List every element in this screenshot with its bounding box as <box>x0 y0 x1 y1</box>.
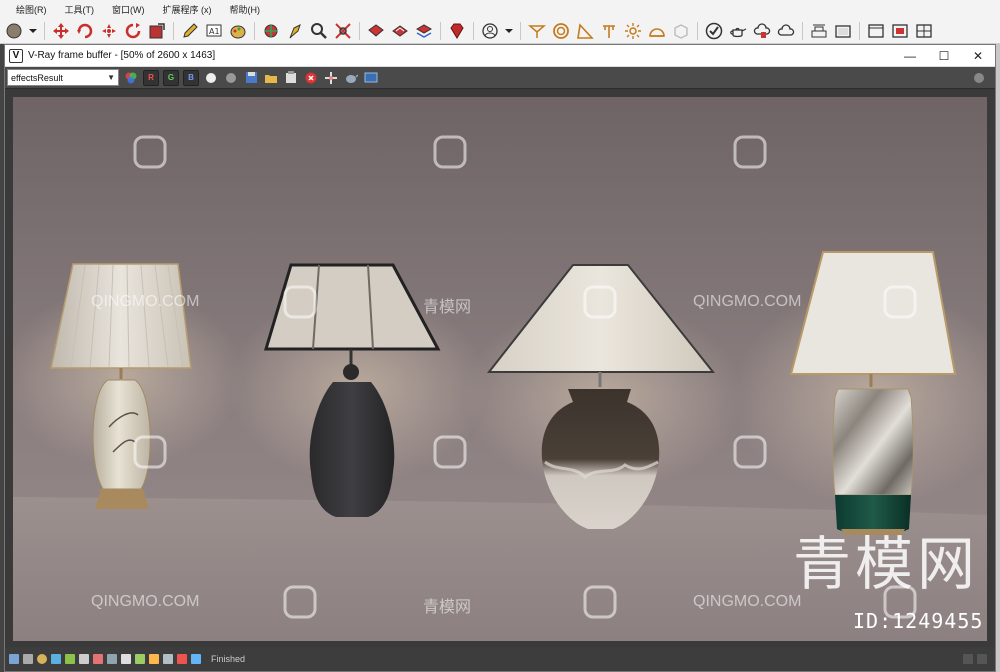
vfb-status-bar: Finished <box>5 647 995 671</box>
vfb-toolbar: effectsResult ▼ R G B <box>5 67 995 89</box>
svg-text:A1: A1 <box>209 27 220 36</box>
render-icon[interactable] <box>809 21 829 41</box>
teapot-icon[interactable] <box>728 21 748 41</box>
render-viewport[interactable]: QINGMO.COM 青模网 QINGMO.COM QINGMO.COM 青模网… <box>13 97 987 641</box>
cloud-hand-icon[interactable] <box>752 21 772 41</box>
color-correct-icon[interactable] <box>51 654 61 664</box>
save-icon[interactable] <box>243 70 259 86</box>
menu-bar: 绘图(R) 工具(T) 窗口(W) 扩展程序 (x) 帮助(H) <box>0 0 1000 18</box>
cube-icon[interactable] <box>833 21 853 41</box>
orbit-icon[interactable] <box>123 21 143 41</box>
close-button[interactable]: ✕ <box>961 45 995 67</box>
ruby-icon[interactable] <box>447 21 467 41</box>
gray-dot-icon[interactable] <box>223 70 239 86</box>
main-toolbar: A1 <box>0 18 1000 44</box>
red-channel-button[interactable]: R <box>143 69 159 86</box>
frame-icon[interactable] <box>890 21 910 41</box>
menu-tools[interactable]: 工具(T) <box>65 3 95 16</box>
clipboard-icon[interactable] <box>283 70 299 86</box>
dropdown-icon[interactable] <box>28 21 38 41</box>
cloud-icon[interactable] <box>776 21 796 41</box>
chevron-down-icon: ▼ <box>107 73 115 82</box>
vray-logo-icon: V <box>9 48 23 63</box>
pencil-icon[interactable] <box>180 21 200 41</box>
green-channel-button[interactable]: G <box>163 69 179 86</box>
globe-icon[interactable] <box>971 70 987 86</box>
sun-icon[interactable] <box>623 21 643 41</box>
layer-icon[interactable] <box>414 21 434 41</box>
exposure-icon[interactable] <box>93 654 103 664</box>
compare-icon[interactable] <box>135 654 145 664</box>
menu-extensions[interactable]: 扩展程序 (x) <box>163 3 212 16</box>
vray-frame-buffer-window: V V-Ray frame buffer - [50% of 2600 x 14… <box>4 44 996 672</box>
clear-icon[interactable] <box>303 70 319 86</box>
dome-icon[interactable] <box>647 21 667 41</box>
watermark-text-3: QINGMO.COM <box>693 293 802 310</box>
pixel-info-icon[interactable] <box>149 654 159 664</box>
blue-channel-button[interactable]: B <box>183 69 199 86</box>
dropdown-icon[interactable] <box>504 21 514 41</box>
white-dot-icon[interactable] <box>203 70 219 86</box>
user-icon[interactable] <box>480 21 500 41</box>
component-icon[interactable] <box>366 21 386 41</box>
lens-icon[interactable] <box>23 654 33 664</box>
history-icon[interactable] <box>9 654 19 664</box>
section-icon[interactable] <box>527 21 547 41</box>
curve-icon[interactable] <box>79 654 89 664</box>
watermark-big-cn: 青模网 <box>793 530 980 598</box>
scale-icon[interactable] <box>99 21 119 41</box>
hdr-icon[interactable] <box>163 654 173 664</box>
status-scroll-left-icon[interactable] <box>963 654 973 664</box>
zoom-extents-icon[interactable] <box>333 21 353 41</box>
display-icon[interactable] <box>363 70 379 86</box>
minimize-button[interactable]: — <box>893 45 927 67</box>
status-text: Finished <box>211 654 246 664</box>
eye-icon[interactable] <box>261 21 281 41</box>
settings-icon[interactable] <box>107 654 117 664</box>
tile-icon[interactable] <box>914 21 934 41</box>
paint-icon[interactable] <box>228 21 248 41</box>
watermark-text-2: 青模网 <box>423 299 472 316</box>
folder-icon[interactable] <box>263 70 279 86</box>
right-panel-edge <box>996 44 1000 672</box>
circle-icon[interactable] <box>551 21 571 41</box>
axes-icon[interactable] <box>599 21 619 41</box>
channel-select[interactable]: effectsResult ▼ <box>7 69 119 86</box>
vfb-title-bar[interactable]: V V-Ray frame buffer - [50% of 2600 x 14… <box>5 45 995 67</box>
status-scroll-right-icon[interactable] <box>977 654 987 664</box>
watermark-text-1: QINGMO.COM <box>91 293 200 310</box>
zoom-icon[interactable] <box>309 21 329 41</box>
select-icon[interactable] <box>147 21 167 41</box>
check-icon[interactable] <box>704 21 724 41</box>
menu-draw[interactable]: 绘图(R) <box>16 3 47 16</box>
watermark-text-5: 青模网 <box>423 599 472 616</box>
region-render-icon[interactable] <box>323 70 339 86</box>
sphere-icon[interactable] <box>4 21 24 41</box>
box-icon[interactable] <box>671 21 691 41</box>
lut-icon[interactable] <box>191 654 201 664</box>
watermark-id: ID:1249455 <box>853 609 984 633</box>
walk-icon[interactable] <box>285 21 305 41</box>
protractor-icon[interactable] <box>575 21 595 41</box>
watermark-text-4: QINGMO.COM <box>91 593 200 610</box>
menu-window[interactable]: 窗口(W) <box>112 3 145 16</box>
menu-help[interactable]: 帮助(H) <box>230 3 261 16</box>
watermark-text-6: QINGMO.COM <box>693 593 802 610</box>
channel-select-value: effectsResult <box>11 72 63 83</box>
srgb-icon[interactable] <box>177 654 187 664</box>
vfb-title: V-Ray frame buffer - [50% of 2600 x 1463… <box>28 50 216 61</box>
teapot-render-icon[interactable] <box>343 70 359 86</box>
track-icon[interactable] <box>121 654 131 664</box>
move-icon[interactable] <box>51 21 71 41</box>
color-channels-icon[interactable] <box>123 70 139 86</box>
text-icon[interactable]: A1 <box>204 21 224 41</box>
maximize-button[interactable]: ☐ <box>927 45 961 67</box>
stamp-icon[interactable] <box>37 654 47 664</box>
levels-icon[interactable] <box>65 654 75 664</box>
group-icon[interactable] <box>390 21 410 41</box>
window-icon[interactable] <box>866 21 886 41</box>
rotate-icon[interactable] <box>75 21 95 41</box>
